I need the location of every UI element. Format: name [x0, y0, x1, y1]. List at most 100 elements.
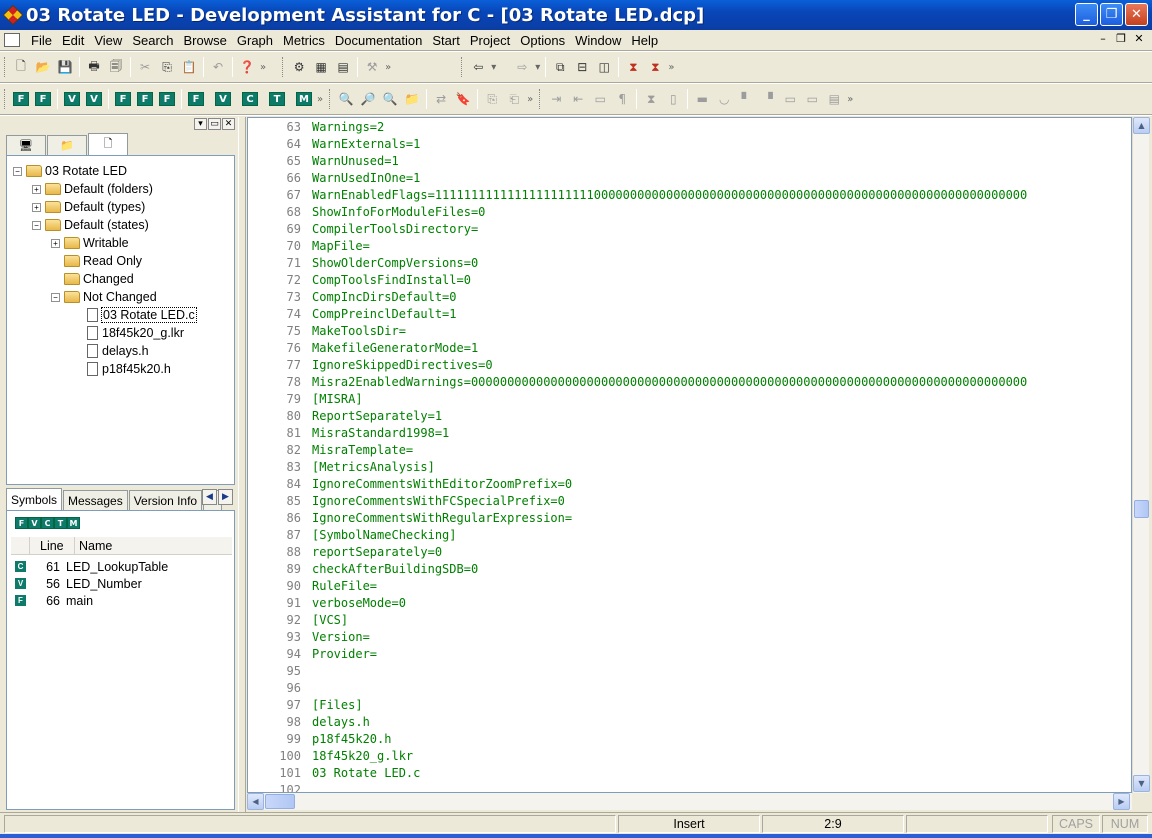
code-line[interactable]: 89 checkAfterBuildingSDB=0	[248, 561, 1131, 578]
find-in-files-icon[interactable]: 📁	[402, 89, 422, 109]
view-mode-3-icon[interactable]: ▘	[736, 89, 756, 109]
menu-start[interactable]: Start	[427, 33, 464, 48]
back-dropdown-icon[interactable]: ▾	[491, 62, 496, 73]
minimize-button[interactable]: _	[1075, 3, 1098, 26]
tree-file-linker[interactable]: 18f45k20_g.lkr	[87, 324, 184, 342]
code-line[interactable]: 78 Misra2EnabledWarnings=0000000000000000…	[248, 374, 1131, 391]
code-line[interactable]: 81 MisraStandard1998=1	[248, 425, 1131, 442]
tree-node-changed[interactable]: Changed	[64, 270, 134, 288]
code-line[interactable]: 72 CompToolsFindInstall=0	[248, 272, 1131, 289]
toolbar-overflow-icon[interactable]: »	[317, 94, 323, 105]
code-line[interactable]: 93 Version=	[248, 629, 1131, 646]
menu-documentation[interactable]: Documentation	[330, 33, 427, 48]
page-icon[interactable]: ▯	[663, 89, 683, 109]
code-line[interactable]: 97 [Files]	[248, 697, 1131, 714]
tools-icon[interactable]: ⚒	[362, 57, 382, 77]
code-line[interactable]: 74 CompPreinclDefault=1	[248, 306, 1131, 323]
mdi-minimize-icon[interactable]: –	[1096, 32, 1110, 45]
scroll-up-icon[interactable]: ▲	[1133, 117, 1150, 134]
toolbar-overflow-icon[interactable]: »	[668, 62, 674, 73]
scroll-down-icon[interactable]: ▼	[1133, 775, 1150, 792]
menu-help[interactable]: Help	[626, 33, 663, 48]
menu-edit[interactable]: Edit	[57, 33, 89, 48]
menu-window[interactable]: Window	[570, 33, 626, 48]
code-line[interactable]: 84 IgnoreCommentsWithEditorZoomPrefix=0	[248, 476, 1131, 493]
menu-file[interactable]: File	[26, 33, 57, 48]
bookmark-icon[interactable]: 🔖	[453, 89, 473, 109]
forward-icon[interactable]: ⇨	[512, 57, 532, 77]
code-line[interactable]: 66 WarnUsedInOne=1	[248, 170, 1131, 187]
tree-node-default-types[interactable]: + Default (types)	[32, 198, 145, 216]
filter-variable-button[interactable]: V	[215, 92, 231, 106]
tree-node-read-only[interactable]: Read Only	[64, 252, 142, 270]
calendar-icon[interactable]: ▦	[311, 57, 331, 77]
code-line[interactable]: 71 ShowOlderCompVersions=0	[248, 255, 1131, 272]
toolbar-overflow-icon[interactable]: »	[260, 62, 266, 73]
code-line[interactable]: 90 RuleFile=	[248, 578, 1131, 595]
variable-list-button[interactable]: V	[64, 92, 80, 106]
code-line[interactable]: 77 IgnoreSkippedDirectives=0	[248, 357, 1131, 374]
function-browse-button[interactable]: F	[137, 92, 153, 106]
tree-node-not-changed[interactable]: − Not Changed	[51, 288, 157, 306]
tree-file-delays[interactable]: delays.h	[87, 342, 149, 360]
tile-vertical-icon[interactable]: ◫	[594, 57, 614, 77]
title-bar[interactable]: 03 Rotate LED - Development Assistant fo…	[0, 0, 1152, 30]
tab-workspace[interactable]: 🖥	[6, 135, 46, 155]
open-folder-icon[interactable]: 📂	[33, 57, 53, 77]
toolbar-overflow-icon[interactable]: »	[527, 94, 533, 105]
function-list-button[interactable]: F	[13, 92, 29, 106]
code-line[interactable]: 82 MisraTemplate=	[248, 442, 1131, 459]
toolbar-overflow-icon[interactable]: »	[385, 62, 391, 73]
new-file-icon[interactable]: 🗋	[11, 57, 31, 77]
code-line[interactable]: 92 [VCS]	[248, 612, 1131, 629]
tree-node-project[interactable]: − 03 Rotate LED	[13, 162, 127, 180]
scroll-right-icon[interactable]: ▶	[1113, 793, 1130, 810]
undo-icon[interactable]: ↶	[208, 57, 228, 77]
column-name-header[interactable]: Name	[75, 537, 232, 554]
menu-metrics[interactable]: Metrics	[278, 33, 330, 48]
view-mode-6-icon[interactable]: ▭	[802, 89, 822, 109]
tree-file-p18f45k20[interactable]: p18f45k20.h	[87, 360, 171, 378]
cut-icon[interactable]: ✂	[135, 57, 155, 77]
copy-file-icon[interactable]: ⎘	[482, 89, 502, 109]
tree-node-writable[interactable]: + Writable	[51, 234, 129, 252]
tab-version-info[interactable]: Version Info	[128, 490, 203, 510]
tab-files[interactable]: 🗋	[88, 133, 128, 155]
code-line[interactable]: 63 Warnings=2	[248, 119, 1131, 136]
project-tree[interactable]: − 03 Rotate LED + Default (folders) + De…	[6, 155, 235, 485]
symbol-filter-function[interactable]: F	[15, 517, 28, 529]
scroll-thumb[interactable]	[1134, 500, 1149, 518]
code-line[interactable]: 73 CompIncDirsDefault=0	[248, 289, 1131, 306]
filter-type-button[interactable]: T	[269, 92, 285, 106]
print-preview-icon[interactable]: 🗐	[106, 57, 126, 77]
hscroll-thumb[interactable]	[265, 794, 295, 809]
code-line[interactable]: 67 WarnEnabledFlags=111111111111111111111…	[248, 187, 1131, 204]
view-mode-2-icon[interactable]: ◡	[714, 89, 734, 109]
panel-dropdown-icon[interactable]: ▾	[194, 118, 207, 130]
view-mode-7-icon[interactable]: ▤	[824, 89, 844, 109]
function-prev-button[interactable]: F	[115, 92, 131, 106]
code-line[interactable]: 85 IgnoreCommentsWithFCSpecialPrefix=0	[248, 493, 1131, 510]
tab-messages[interactable]: Messages	[63, 490, 128, 510]
code-line[interactable]: 95	[248, 663, 1131, 680]
code-line[interactable]: 100 18f45k20_g.lkr	[248, 748, 1131, 765]
code-line[interactable]: 83 [MetricsAnalysis]	[248, 459, 1131, 476]
menu-search[interactable]: Search	[127, 33, 178, 48]
view-mode-1-icon[interactable]: ▬	[692, 89, 712, 109]
tab-scroll-right-icon[interactable]: ▶	[218, 489, 233, 505]
expand-icon[interactable]: +	[51, 238, 60, 248]
paste-icon[interactable]: 📋	[179, 57, 199, 77]
vertical-scrollbar[interactable]: ▲ ▼	[1132, 117, 1150, 793]
tile-icon[interactable]: ⊟	[572, 57, 592, 77]
code-editor[interactable]: 63 Warnings=2 64 WarnExternals=1 65 WarnUnuse…	[247, 117, 1132, 793]
view-mode-5-icon[interactable]: ▭	[780, 89, 800, 109]
code-line[interactable]: 101 03 Rotate LED.c	[248, 765, 1131, 782]
symbol-filter-type[interactable]: T	[54, 517, 67, 529]
find-next-icon[interactable]: 🔎	[358, 89, 378, 109]
symbol-filter-constant[interactable]: C	[41, 517, 54, 529]
panel-pin-icon[interactable]: ▭	[208, 118, 221, 130]
help-icon[interactable]: ❓	[237, 57, 257, 77]
copy-icon[interactable]: ⎘	[157, 57, 177, 77]
tab-scroll-left-icon[interactable]: ◀	[202, 489, 217, 505]
code-line[interactable]: 91 verboseMode=0	[248, 595, 1131, 612]
